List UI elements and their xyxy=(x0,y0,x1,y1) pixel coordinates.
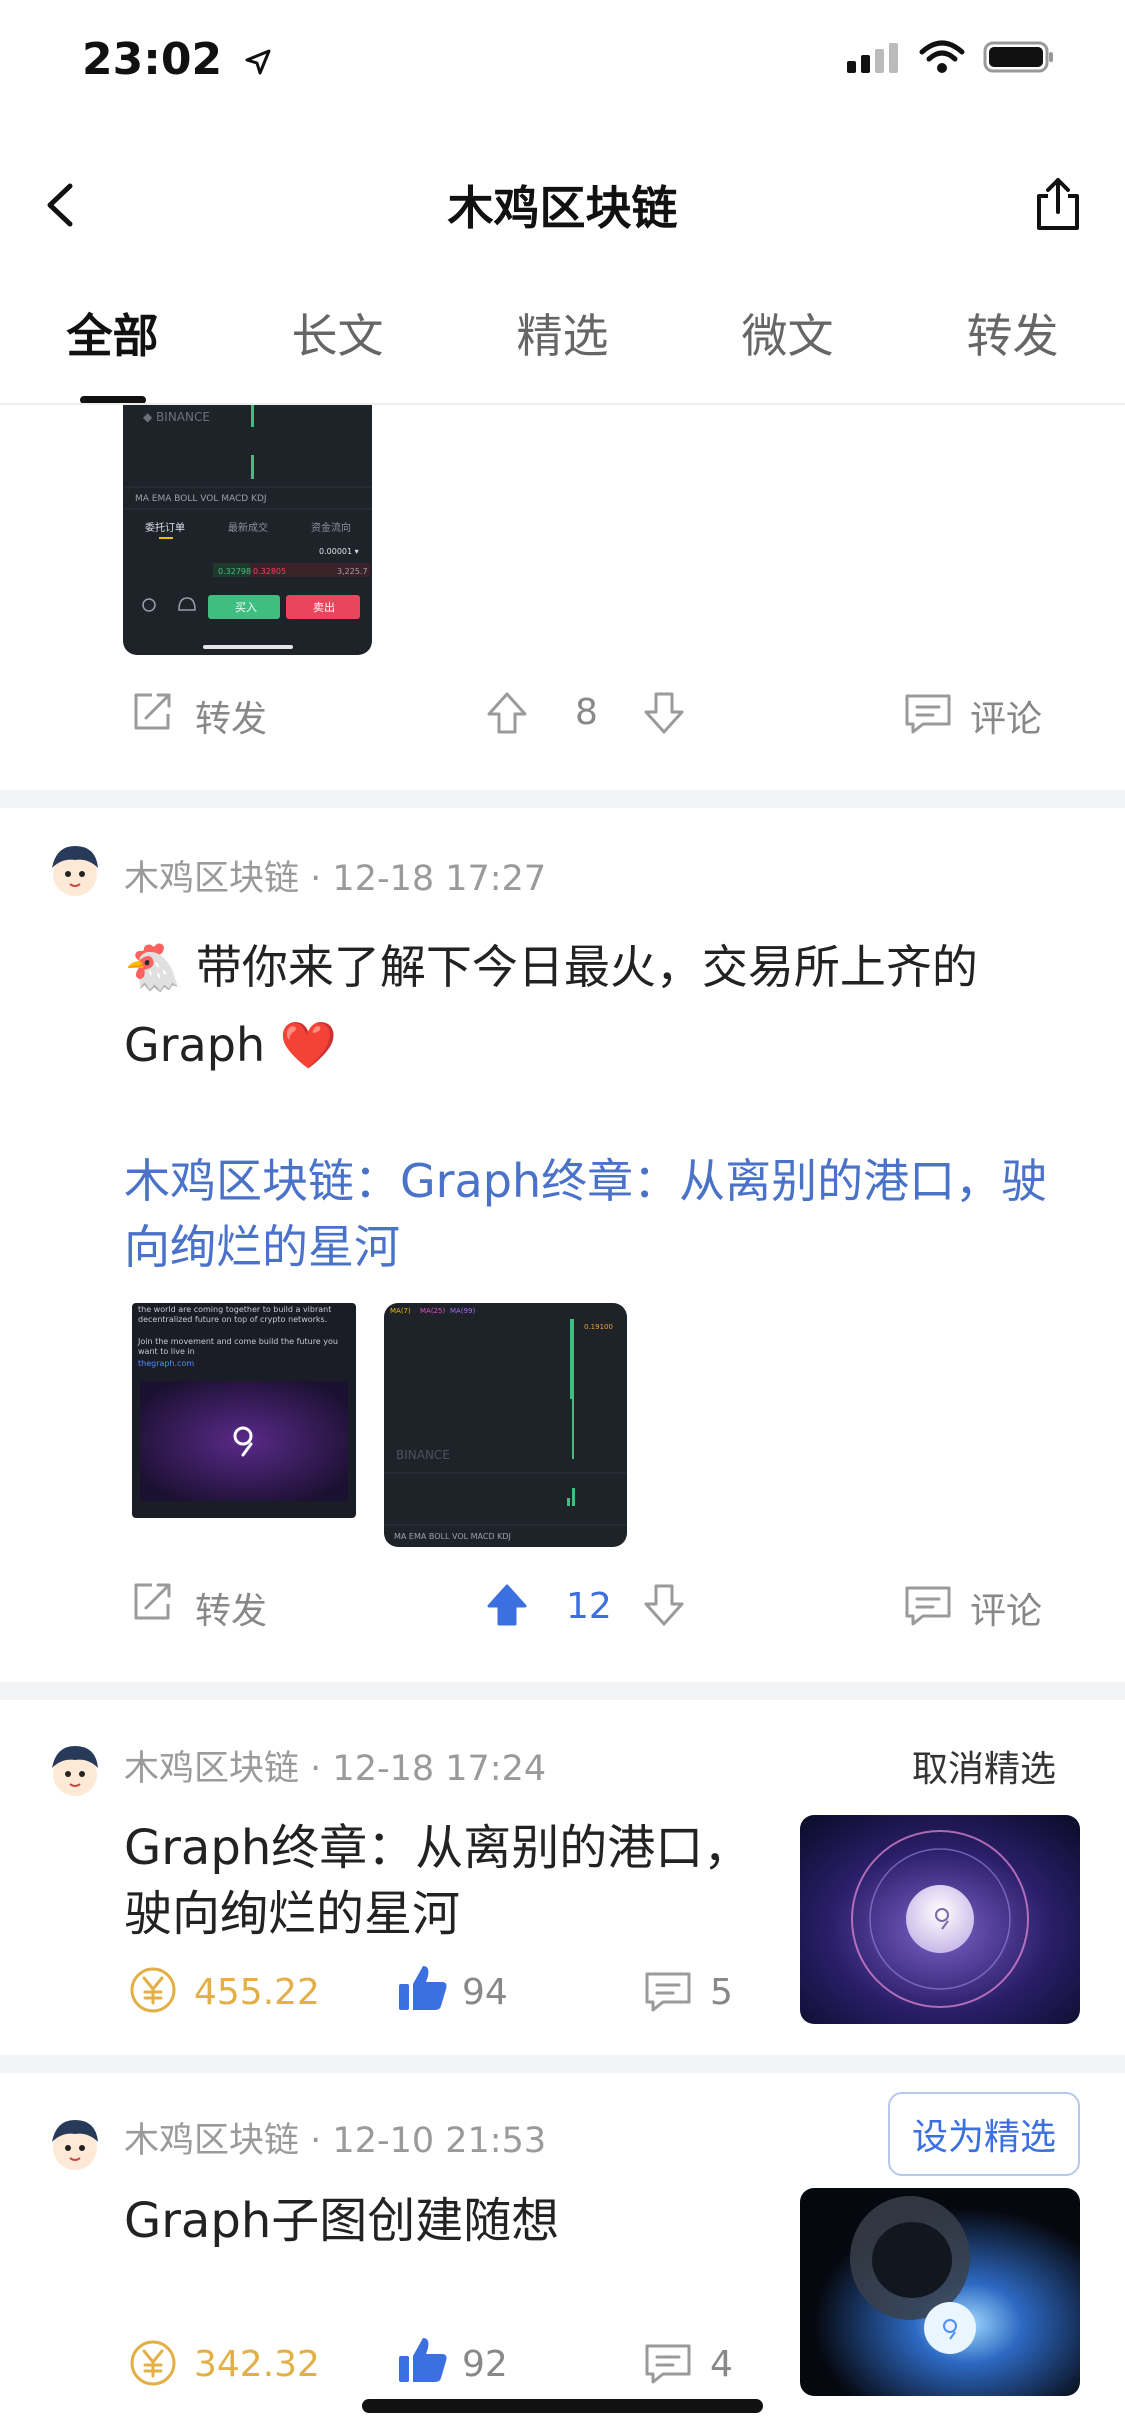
set-featured-button[interactable]: 设为精选 xyxy=(888,2092,1081,2176)
post4-earnings: 342.32 xyxy=(194,2344,320,2385)
svg-text:最新成交: 最新成交 xyxy=(228,521,268,534)
repost-icon[interactable] xyxy=(130,1580,174,1624)
svg-text:0.19100: 0.19100 xyxy=(584,1323,613,1331)
post4-cover-image[interactable] xyxy=(800,2188,1080,2396)
author-name[interactable]: 木鸡区块链 xyxy=(124,2121,299,2161)
svg-text:Join the movement and come bui: Join the movement and come build the fut… xyxy=(137,1337,338,1346)
avatar[interactable] xyxy=(42,1738,108,1804)
post3-title[interactable]: Graph终章：从离别的港口， 驶向绚烂的星河 xyxy=(124,1815,774,1947)
downvote-icon[interactable] xyxy=(642,1582,686,1628)
avatar[interactable] xyxy=(42,2112,108,2178)
upvote-active-icon[interactable] xyxy=(485,1582,529,1628)
post4-meta: 木鸡区块链 · 12-10 21:53 xyxy=(124,2112,546,2163)
svg-text:买入: 买入 xyxy=(235,601,257,614)
comment-icon[interactable] xyxy=(643,2342,693,2386)
share-icon[interactable] xyxy=(1031,176,1085,232)
post3-cover-image[interactable] xyxy=(800,1815,1080,2024)
yuan-coin-icon xyxy=(130,1967,176,2013)
post2-comment-button[interactable]: 评论 xyxy=(970,1582,1042,1634)
post4-comment-count: 4 xyxy=(710,2344,733,2385)
location-arrow-icon xyxy=(245,49,271,75)
post2-vote-count: 12 xyxy=(566,1586,612,1627)
svg-text:资金流向: 资金流向 xyxy=(311,521,351,534)
yuan-coin-icon xyxy=(130,2340,176,2386)
post3-title-line2[interactable]: 驶向绚烂的星河 xyxy=(124,1881,774,1947)
svg-text:BINANCE: BINANCE xyxy=(396,1448,450,1462)
tab-long-article[interactable]: 长文 xyxy=(225,300,450,380)
post2-text: 🐔 带你来了解下今日最火，交易所上齐的 Graph ❤️ xyxy=(124,928,1084,1084)
repost-icon[interactable] xyxy=(130,690,174,734)
upvote-icon[interactable] xyxy=(485,690,529,736)
svg-text:0.32805: 0.32805 xyxy=(253,567,286,576)
avatar[interactable] xyxy=(42,838,108,904)
post2-article-link[interactable]: 木鸡区块链：Graph终章：从离别的港口，驶 向绚烂的星河 xyxy=(124,1148,1104,1280)
svg-text:thegraph.com: thegraph.com xyxy=(138,1359,194,1368)
svg-text:MA(25): MA(25) xyxy=(420,1307,445,1315)
post3-earnings: 455.22 xyxy=(194,1972,320,2013)
post3-comment-count: 5 xyxy=(710,1972,733,2013)
status-icons xyxy=(847,40,1055,74)
post2-text-line2: Graph ❤️ xyxy=(124,1018,337,1072)
author-name[interactable]: 木鸡区块链 xyxy=(124,859,299,899)
svg-text:MA EMA BOLL VOL MAC: MA EMA BOLL VOL MACD KDJ xyxy=(394,1532,511,1541)
svg-text:MA(7): MA(7) xyxy=(390,1307,411,1315)
svg-text:decentralized future on top of: decentralized future on top of crypto ne… xyxy=(138,1315,327,1324)
binance-watermark: ◆ BINANCE xyxy=(143,410,210,424)
post2-link-line1[interactable]: 木鸡区块链：Graph终章：从离别的港口，驶 xyxy=(124,1148,1104,1214)
svg-text:want to live in: want to live in xyxy=(138,1347,195,1356)
tab-reposts[interactable]: 转发 xyxy=(900,300,1125,380)
home-indicator[interactable] xyxy=(362,2399,763,2413)
status-time: 23:02 xyxy=(82,34,273,85)
meta-dot: · xyxy=(310,1749,333,1789)
meta-dot: · xyxy=(310,2121,333,2161)
post2-link-line2[interactable]: 向绚烂的星河 xyxy=(124,1214,1104,1280)
tab-all[interactable]: 全部 xyxy=(0,300,225,380)
downvote-icon[interactable] xyxy=(642,690,686,736)
post1-comment-button[interactable]: 评论 xyxy=(970,690,1042,742)
post1-vote-count: 8 xyxy=(575,692,598,733)
svg-text:0.32798: 0.32798 xyxy=(218,567,251,576)
post2-repost-button[interactable]: 转发 xyxy=(195,1582,267,1634)
tab-micro-article[interactable]: 微文 xyxy=(675,300,900,380)
post2-image-binance-chart[interactable]: MA(7) MA(25) MA(99) 0.19100 BINANCE MA E… xyxy=(384,1303,627,1547)
tab-featured[interactable]: 精选 xyxy=(450,300,675,380)
comment-icon[interactable] xyxy=(643,1970,693,2014)
post3-title-line1[interactable]: Graph终章：从离别的港口， xyxy=(124,1815,774,1881)
svg-text:0.00001 ▾: 0.00001 ▾ xyxy=(319,547,359,556)
svg-text:MA EMA BOLL VOL MACD: MA EMA BOLL VOL MACD KDJ xyxy=(135,494,267,504)
post4-title[interactable]: Graph子图创建随想 xyxy=(124,2188,774,2254)
meta-dot: · xyxy=(310,859,333,899)
svg-text:the world are coming together: the world are coming together to build a… xyxy=(138,1305,331,1314)
post3-meta: 木鸡区块链 · 12-18 17:24 xyxy=(124,1740,546,1791)
post2-meta: 木鸡区块链 · 12-18 17:27 xyxy=(124,850,546,901)
post1-chart-image[interactable]: ◆ BINANCE MA EMA BOLL VOL MACD KDJ 委托订单 … xyxy=(123,405,372,655)
unfeature-button[interactable]: 取消精选 xyxy=(912,1740,1056,1792)
post-separator xyxy=(0,790,1125,808)
post2-image-graph-site[interactable]: the world are coming together to build a… xyxy=(132,1303,356,1518)
author-name[interactable]: 木鸡区块链 xyxy=(124,1749,299,1789)
post-separator xyxy=(0,2055,1125,2073)
svg-text:委托订单: 委托订单 xyxy=(145,521,185,534)
cellular-signal-icon xyxy=(847,43,898,73)
battery-icon xyxy=(983,41,1053,73)
post3-like-count: 94 xyxy=(462,1972,508,2013)
svg-text:3,225.7: 3,225.7 xyxy=(337,567,368,576)
comment-icon[interactable] xyxy=(903,1584,953,1628)
post-separator xyxy=(0,1682,1125,1700)
svg-text:MA(99): MA(99) xyxy=(450,1307,475,1315)
post4-like-count: 92 xyxy=(462,2344,508,2385)
post-date: 12-18 17:27 xyxy=(332,859,547,899)
post1-repost-button[interactable]: 转发 xyxy=(195,690,267,742)
comment-icon[interactable] xyxy=(903,692,953,736)
wifi-icon xyxy=(919,40,965,73)
page-title: 木鸡区块链 xyxy=(447,181,678,235)
tab-bar: 全部 长文 精选 微文 转发 xyxy=(0,300,1125,380)
post-date: 12-10 21:53 xyxy=(332,2121,547,2161)
post2-text-line1: 🐔 带你来了解下今日最火，交易所上齐的 xyxy=(124,940,978,994)
svg-text:卖出: 卖出 xyxy=(313,600,335,614)
thumbs-up-icon[interactable] xyxy=(396,1962,450,2012)
post-date: 12-18 17:24 xyxy=(332,1749,547,1789)
thumbs-up-icon[interactable] xyxy=(396,2334,450,2384)
